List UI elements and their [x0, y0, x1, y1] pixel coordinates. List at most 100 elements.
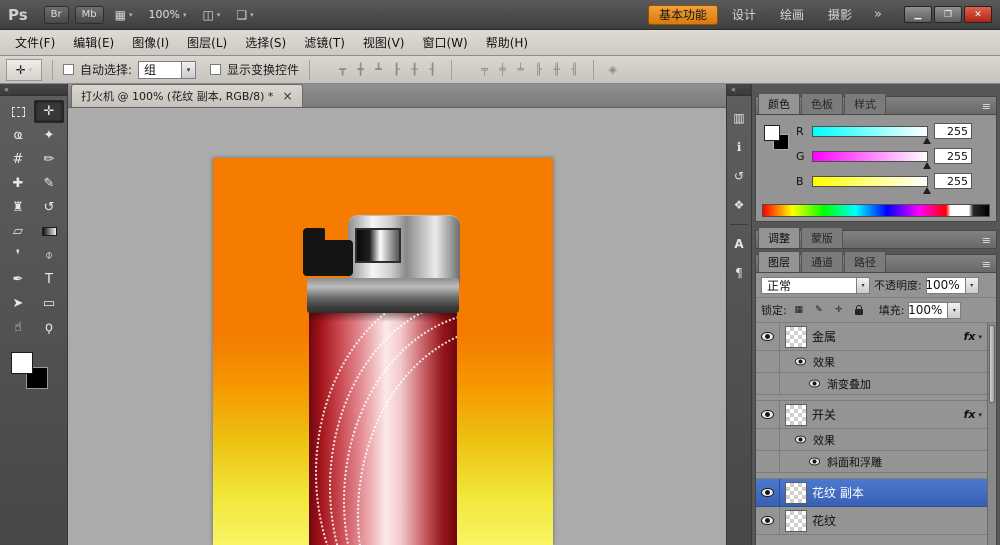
workspace-overflow-icon[interactable]: »: [866, 7, 890, 22]
quick-selection-tool[interactable]: ✦: [34, 124, 64, 147]
eye-icon[interactable]: [794, 435, 807, 444]
slider-thumb-icon[interactable]: [923, 186, 931, 194]
tab-styles[interactable]: 样式: [844, 93, 886, 114]
distribute-horizontal-centers-icon[interactable]: ╫: [548, 62, 565, 78]
pen-tool[interactable]: ✒: [3, 268, 33, 291]
view-extras-button[interactable]: ▦ ▾: [110, 8, 138, 22]
red-value-field[interactable]: 255: [934, 123, 972, 139]
visibility-toggle[interactable]: [756, 401, 780, 428]
auto-select-mode-dropdown[interactable]: 组 ▾: [138, 60, 197, 79]
fill-dropdown[interactable]: 100% ▾: [908, 301, 962, 319]
align-bottom-edges-icon[interactable]: ┻: [370, 62, 387, 78]
lock-position-icon[interactable]: ✛: [831, 303, 847, 318]
tab-masks[interactable]: 蒙版: [801, 227, 843, 248]
scrollbar-thumb[interactable]: [989, 325, 995, 403]
close-button[interactable]: ✕: [964, 6, 992, 23]
menu-select[interactable]: 选择(S): [236, 31, 295, 54]
tab-color[interactable]: 颜色: [758, 93, 800, 114]
zoom-tool[interactable]: ϙ: [34, 316, 64, 339]
menu-image[interactable]: 图像(I): [123, 31, 178, 54]
zoom-level-dropdown[interactable]: 100% ▾: [144, 8, 192, 21]
distribute-vertical-centers-icon[interactable]: ╪: [494, 62, 511, 78]
eye-icon[interactable]: [794, 357, 807, 366]
history-panel-icon[interactable]: ↺: [729, 166, 749, 186]
fx-collapse-icon[interactable]: ▾: [978, 333, 982, 341]
document-image[interactable]: [213, 158, 553, 545]
panel-menu-icon[interactable]: ≡: [982, 258, 991, 271]
layer-effects-badge[interactable]: fx ▾: [964, 408, 987, 421]
align-right-edges-icon[interactable]: ┨: [424, 62, 441, 78]
tab-layers[interactable]: 图层: [758, 251, 800, 272]
auto-align-layers-icon[interactable]: ◈: [604, 62, 621, 78]
red-slider[interactable]: [812, 125, 931, 144]
color-spectrum-ramp[interactable]: [762, 204, 990, 217]
crop-tool[interactable]: #: [3, 148, 33, 171]
document-tab[interactable]: 打火机 @ 100% (花纹 副本, RGB/8) * ×: [71, 84, 303, 107]
effect-row[interactable]: 渐变叠加: [756, 373, 987, 395]
workspace-design-button[interactable]: 设计: [722, 5, 766, 25]
menu-filter[interactable]: 滤镜(T): [295, 31, 354, 54]
layer-name[interactable]: 开关: [812, 406, 964, 423]
character-panel-icon[interactable]: A: [729, 234, 749, 254]
launch-bridge-button[interactable]: Br: [43, 5, 69, 24]
info-panel-icon[interactable]: ℹ: [729, 137, 749, 157]
menu-window[interactable]: 窗口(W): [413, 31, 476, 54]
launch-mini-bridge-button[interactable]: Mb: [74, 5, 104, 24]
foreground-color-swatch[interactable]: [764, 125, 780, 141]
rectangular-marquee-tool[interactable]: [3, 100, 33, 123]
tab-paths[interactable]: 路径: [844, 251, 886, 272]
tab-channels[interactable]: 通道: [801, 251, 843, 272]
path-selection-tool[interactable]: ➤: [3, 292, 33, 315]
dodge-tool[interactable]: ⌽: [34, 244, 64, 267]
layer-name[interactable]: 金属: [812, 328, 964, 345]
history-brush-tool[interactable]: ↺: [34, 196, 64, 219]
lock-pixels-icon[interactable]: ✎: [811, 303, 827, 318]
eyedropper-tool[interactable]: ✏: [34, 148, 64, 171]
layer-thumbnail[interactable]: [785, 325, 807, 348]
green-value-field[interactable]: 255: [934, 148, 972, 164]
green-slider[interactable]: [812, 150, 931, 169]
eye-icon[interactable]: [808, 457, 821, 466]
fx-collapse-icon[interactable]: ▾: [978, 411, 982, 419]
distribute-left-edges-icon[interactable]: ╟: [530, 62, 547, 78]
panel-menu-icon[interactable]: ≡: [982, 100, 991, 113]
visibility-toggle[interactable]: [756, 323, 780, 350]
hand-tool[interactable]: ☝: [3, 316, 33, 339]
blue-value-field[interactable]: 255: [934, 173, 972, 189]
canvas-area[interactable]: [68, 108, 726, 545]
menu-file[interactable]: 文件(F): [6, 31, 64, 54]
slider-thumb-icon[interactable]: [923, 161, 931, 169]
tools-panel-collapse-bar[interactable]: «: [0, 84, 67, 96]
workspace-painting-button[interactable]: 绘画: [770, 5, 814, 25]
paragraph-panel-icon[interactable]: ¶: [729, 263, 749, 283]
lock-all-icon[interactable]: [851, 303, 867, 318]
rectangle-tool[interactable]: ▭: [34, 292, 64, 315]
visibility-toggle[interactable]: [756, 507, 780, 534]
tool-preset-picker[interactable]: ✛ ▾: [6, 58, 42, 81]
dock-collapse-bar[interactable]: «: [727, 84, 751, 96]
visibility-toggle[interactable]: [756, 479, 780, 506]
effects-header-row[interactable]: 效果: [756, 429, 987, 451]
restore-button[interactable]: ❐: [934, 6, 962, 23]
align-top-edges-icon[interactable]: ┳: [334, 62, 351, 78]
layer-name[interactable]: 花纹: [812, 512, 987, 529]
effects-header-row[interactable]: 效果: [756, 351, 987, 373]
clone-stamp-tool[interactable]: ♜: [3, 196, 33, 219]
layer-effects-badge[interactable]: fx ▾: [964, 330, 987, 343]
layers-scrollbar[interactable]: [987, 323, 996, 545]
distribute-bottom-edges-icon[interactable]: ╧: [512, 62, 529, 78]
layer-thumbnail[interactable]: [785, 481, 807, 504]
eye-icon[interactable]: [808, 379, 821, 388]
align-vertical-centers-icon[interactable]: ╋: [352, 62, 369, 78]
layer-row[interactable]: 花纹: [756, 507, 987, 535]
workspace-photography-button[interactable]: 摄影: [818, 5, 862, 25]
healing-brush-tool[interactable]: ✚: [3, 172, 33, 195]
opacity-dropdown[interactable]: 100% ▾: [925, 276, 979, 294]
foreground-color-swatch[interactable]: [11, 352, 33, 374]
move-tool[interactable]: ✛: [34, 100, 64, 123]
layer-row[interactable]: 开关 fx ▾: [756, 401, 987, 429]
arrange-documents-button[interactable]: ◫ ▾: [197, 8, 225, 22]
align-horizontal-centers-icon[interactable]: ╂: [406, 62, 423, 78]
histogram-panel-icon[interactable]: ▥: [729, 108, 749, 128]
menu-help[interactable]: 帮助(H): [477, 31, 537, 54]
